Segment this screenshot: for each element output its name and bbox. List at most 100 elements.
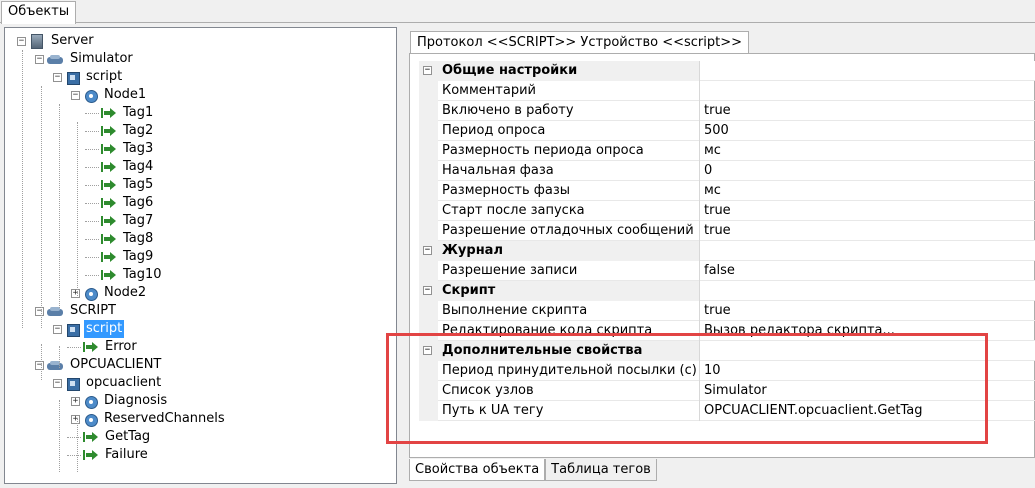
expand-icon[interactable]: +	[71, 288, 80, 298]
tree-item[interactable]: − script	[53, 320, 125, 338]
property-row[interactable]: Разрешение отладочных сообщений true	[419, 221, 1035, 241]
tree-item[interactable]: Tag3	[89, 140, 155, 158]
collapse-icon[interactable]: −	[71, 90, 80, 100]
property-row[interactable]: Разрешение записи false	[419, 261, 1035, 281]
expand-icon[interactable]: +	[71, 396, 80, 406]
property-value[interactable]: true	[700, 101, 1035, 120]
property-category[interactable]: − Журнал	[419, 241, 1035, 261]
expand-icon[interactable]: +	[71, 414, 80, 424]
property-value[interactable]: OPCUACLIENT.opcuaclient.GetTag	[700, 401, 1035, 420]
tree-item[interactable]: − script	[53, 68, 124, 86]
tree-guide-line	[59, 104, 60, 308]
object-tree[interactable]: − Server − Simulator − script − Node1 Tag1 Tag2 Ta…	[4, 27, 397, 484]
property-category[interactable]: − Скрипт	[419, 281, 1035, 301]
property-value[interactable]: Simulator	[700, 381, 1035, 400]
tree-item[interactable]: Tag10	[89, 266, 164, 284]
property-row[interactable]: Включено в работу true	[419, 101, 1035, 121]
tree-item[interactable]: GetTag	[71, 428, 152, 446]
tag-icon	[83, 341, 99, 353]
tree-item[interactable]: Tag2	[89, 122, 155, 140]
property-name: Старт после запуска	[438, 201, 700, 221]
tab-object-properties-header[interactable]: Протокол <<SCRIPT>> Устройство <<script>…	[410, 31, 749, 54]
tree-item-label: Tag10	[123, 267, 162, 282]
property-row[interactable]: Редактирование кода скрипта Вызов редакто…	[419, 321, 1035, 341]
tree-item[interactable]: − opcuaclient	[53, 374, 163, 392]
collapse-icon[interactable]: −	[423, 246, 432, 255]
tree-item[interactable]: Error	[71, 338, 139, 356]
property-row[interactable]: Начальная фаза 0	[419, 161, 1035, 181]
tab-objects[interactable]: Объекты	[1, 1, 77, 24]
property-name: Размерность периода опроса	[438, 141, 700, 161]
property-value[interactable]: true	[700, 221, 1035, 240]
property-row[interactable]: Период принудительной посылки (с) 10	[419, 361, 1035, 381]
property-name: Период опроса	[438, 121, 700, 141]
property-value[interactable]: true	[700, 201, 1035, 220]
tree-item[interactable]: + Node2	[71, 284, 148, 302]
property-value[interactable]: 0	[700, 161, 1035, 180]
collapse-icon[interactable]: −	[423, 346, 432, 355]
node-icon	[83, 394, 98, 409]
property-value[interactable]: мс	[700, 141, 1035, 160]
property-value[interactable]: false	[700, 261, 1035, 280]
tree-item-label: Server	[51, 33, 94, 48]
property-value[interactable]: Вызов редактора скрипта...	[700, 321, 1035, 340]
property-row[interactable]: Выполнение скрипта true	[419, 301, 1035, 321]
property-name: Размерность фазы	[438, 181, 700, 201]
property-value	[700, 61, 1035, 80]
tree-item[interactable]: Tag9	[89, 248, 155, 266]
collapse-icon[interactable]: −	[53, 378, 62, 388]
tree-guide-line	[77, 418, 78, 472]
tree-item[interactable]: − OPCUACLIENT	[35, 356, 163, 374]
tree-item-label: Tag6	[123, 195, 154, 210]
tab-tag-table[interactable]: Таблица тегов	[545, 459, 657, 481]
tab-object-properties[interactable]: Свойства объекта	[409, 459, 546, 481]
property-category[interactable]: − Общие настройки	[419, 61, 1035, 81]
tree-item[interactable]: + ReservedChannels	[71, 410, 227, 428]
property-category[interactable]: − Дополнительные свойства	[419, 341, 1035, 361]
property-value[interactable]	[700, 81, 1035, 100]
tree-item-label: Failure	[105, 447, 148, 462]
tree-item[interactable]: + Diagnosis	[71, 392, 169, 410]
tree-item[interactable]: Tag8	[89, 230, 155, 248]
property-row[interactable]: Размерность периода опроса мс	[419, 141, 1035, 161]
node-icon	[83, 412, 98, 427]
property-row[interactable]: Старт после запуска true	[419, 201, 1035, 221]
tree-item[interactable]: Tag7	[89, 212, 155, 230]
collapse-icon[interactable]: −	[35, 306, 44, 316]
property-grid-frame: − Общие настройки Комментарий Включено в ра…	[409, 53, 1035, 458]
property-name: Путь к UA тегу	[438, 401, 700, 421]
property-name: Включено в работу	[438, 101, 700, 121]
tree-item-label: Error	[105, 339, 137, 354]
tree-item-label: ReservedChannels	[104, 411, 225, 426]
property-row[interactable]: Путь к UA тегу OPCUACLIENT.opcuaclient.Ge…	[419, 401, 1035, 421]
collapse-icon[interactable]: −	[53, 324, 62, 334]
property-value	[700, 281, 1035, 300]
tree-guide-line	[41, 344, 42, 380]
device-icon	[65, 376, 80, 391]
property-value[interactable]: true	[700, 301, 1035, 320]
tree-item[interactable]: − SCRIPT	[35, 302, 118, 320]
tree-item[interactable]: − Simulator	[35, 50, 135, 68]
collapse-icon[interactable]: −	[17, 36, 26, 46]
tree-item[interactable]: − Server	[17, 32, 96, 50]
tree-guide-line	[77, 122, 78, 296]
property-row[interactable]: Период опроса 500	[419, 121, 1035, 141]
collapse-icon[interactable]: −	[423, 286, 432, 295]
collapse-icon[interactable]: −	[35, 54, 44, 64]
collapse-icon[interactable]: −	[35, 360, 44, 370]
tree-item[interactable]: Failure	[71, 446, 150, 464]
property-row[interactable]: Размерность фазы мс	[419, 181, 1035, 201]
tree-item[interactable]: Tag6	[89, 194, 155, 212]
tree-item[interactable]: Tag5	[89, 176, 155, 194]
collapse-icon[interactable]: −	[53, 72, 62, 82]
tree-item[interactable]: Tag4	[89, 158, 155, 176]
property-row[interactable]: Список узлов Simulator	[419, 381, 1035, 401]
property-value[interactable]: 10	[700, 361, 1035, 380]
tree-item[interactable]: − Node1	[71, 86, 148, 104]
property-value[interactable]: мс	[700, 181, 1035, 200]
property-row[interactable]: Комментарий	[419, 81, 1035, 101]
collapse-icon[interactable]: −	[423, 66, 432, 75]
server-icon	[31, 33, 43, 49]
property-value[interactable]: 500	[700, 121, 1035, 140]
tree-item[interactable]: Tag1	[89, 104, 155, 122]
